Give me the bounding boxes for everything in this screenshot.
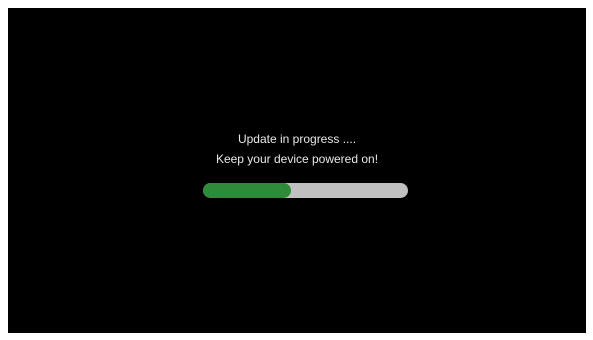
update-progress-fill [203, 183, 292, 198]
update-screen: Update in progress .... Keep your device… [8, 8, 586, 333]
power-warning-text: Keep your device powered on! [215, 152, 379, 166]
update-progress-bar [203, 183, 408, 198]
update-status-text: Update in progress .... [237, 132, 357, 146]
